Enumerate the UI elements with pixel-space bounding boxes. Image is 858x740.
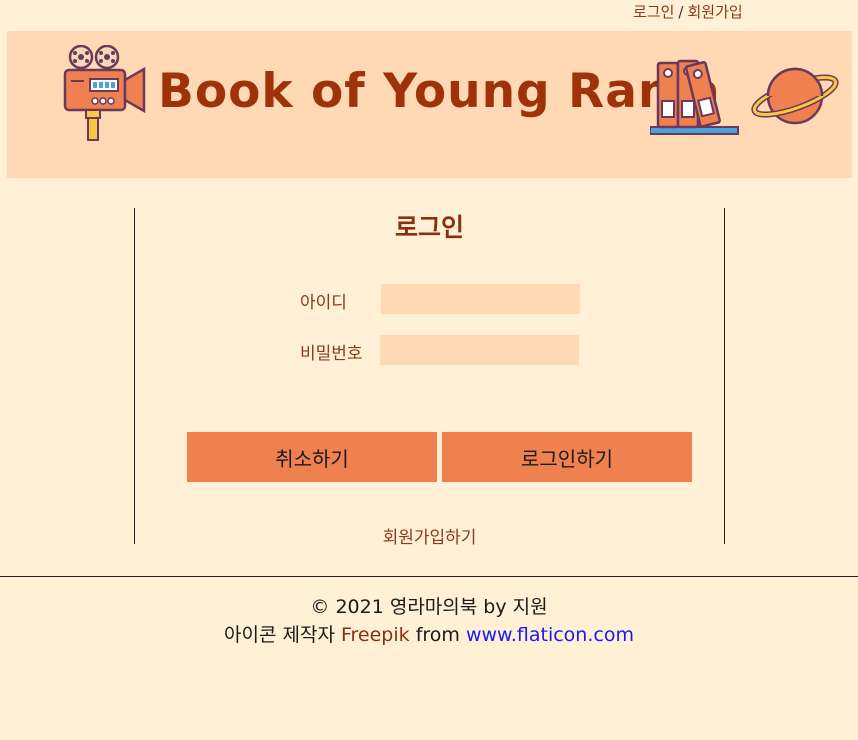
credit-from: from: [415, 624, 460, 646]
credit-prefix: 아이콘 제작자: [224, 624, 335, 646]
id-input[interactable]: [381, 284, 580, 314]
signup-link[interactable]: 회원가입하기: [135, 523, 724, 548]
top-nav-separator: /: [678, 3, 684, 21]
login-title: 로그인: [394, 213, 464, 242]
footer-credit: 아이콘 제작자 Freepik from www.flaticon.com: [0, 621, 858, 649]
footer-copyright: © 2021 영라마의북 by 지원: [310, 596, 548, 618]
credit-author-link[interactable]: Freepik: [341, 624, 410, 646]
password-input[interactable]: [380, 335, 579, 365]
cancel-button[interactable]: 취소하기: [187, 432, 437, 482]
footer-divider: [0, 576, 858, 577]
top-login-link[interactable]: 로그인: [633, 3, 674, 21]
top-signup-link[interactable]: 회원가입: [687, 3, 742, 21]
flaticon-link[interactable]: www.flaticon.com: [466, 624, 634, 646]
planet-icon: [751, 67, 839, 125]
site-title[interactable]: Book of Young Rama: [158, 64, 721, 119]
movie-camera-icon: [63, 45, 146, 141]
password-label: 비밀번호: [300, 344, 363, 364]
login-button[interactable]: 로그인하기: [442, 432, 692, 482]
footer: © 2021 영라마의북 by 지원 아이콘 제작자 Freepik from …: [0, 593, 858, 649]
login-panel: 로그인 아이디 비밀번호 취소하기 로그인하기 회원가입하기: [134, 208, 725, 548]
id-label: 아이디: [300, 293, 347, 313]
top-nav: 로그인 / 회원가입: [633, 1, 743, 22]
books-icon: [650, 59, 739, 135]
